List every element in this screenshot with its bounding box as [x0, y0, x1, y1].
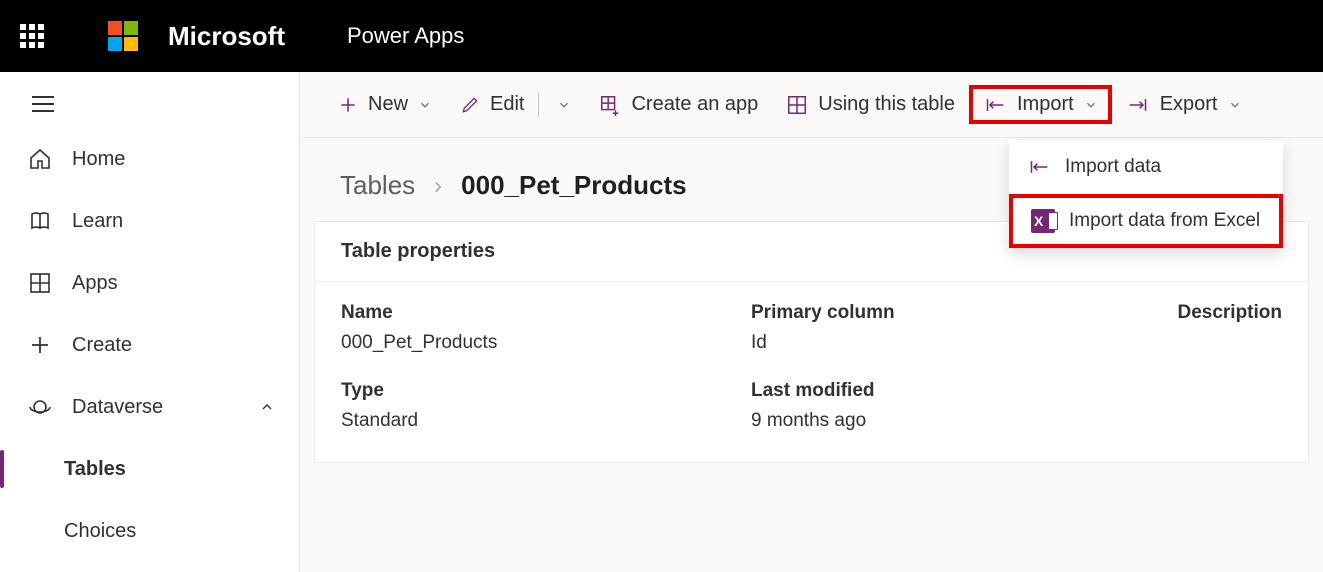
chevron-down-icon	[418, 98, 432, 112]
button-label: Edit	[490, 93, 524, 116]
brand-label: Microsoft	[168, 21, 285, 52]
plus-icon	[338, 95, 358, 115]
prop-label-name: Name	[341, 302, 751, 324]
button-label: Create an app	[631, 93, 758, 116]
sidebar-item-learn[interactable]: Learn	[0, 190, 299, 252]
book-icon	[28, 209, 52, 233]
button-label: Export	[1160, 93, 1218, 116]
prop-value-last-modified: 9 months ago	[751, 410, 1161, 432]
button-label: New	[368, 93, 408, 116]
microsoft-logo-icon	[108, 21, 138, 51]
import-dropdown: Import data Import data from Excel	[1009, 140, 1283, 248]
sidebar-item-create[interactable]: Create	[0, 314, 299, 376]
app-title: Power Apps	[347, 23, 464, 49]
new-button[interactable]: New	[324, 85, 446, 124]
sidebar-item-tables[interactable]: Tables	[0, 438, 299, 500]
chevron-down-icon	[1228, 98, 1242, 112]
sidebar-item-label: Dataverse	[72, 396, 163, 419]
prop-value-type: Standard	[341, 410, 751, 432]
plus-icon	[28, 333, 52, 357]
grid-icon	[28, 271, 52, 295]
command-bar: New Edit Create an app Using this table	[300, 72, 1323, 138]
chevron-right-icon	[431, 170, 445, 201]
button-label: Using this table	[818, 93, 955, 116]
prop-label-primary-column: Primary column	[751, 302, 1161, 324]
button-label: Import	[1017, 93, 1074, 116]
table-icon	[786, 94, 808, 116]
main-content: New Edit Create an app Using this table	[300, 72, 1323, 572]
import-excel-menu-item[interactable]: Import data from Excel	[1009, 194, 1283, 248]
breadcrumb-current: 000_Pet_Products	[461, 170, 686, 201]
sidebar-item-label: Choices	[64, 520, 136, 543]
sidebar-item-label: Create	[72, 334, 132, 357]
menu-toggle-icon[interactable]	[32, 96, 54, 112]
import-icon	[1027, 155, 1051, 179]
create-app-button[interactable]: Create an app	[585, 85, 772, 124]
sidebar-item-dataverse[interactable]: Dataverse	[0, 376, 299, 438]
table-plus-icon	[599, 94, 621, 116]
breadcrumb-root[interactable]: Tables	[340, 170, 415, 201]
import-icon	[983, 95, 1007, 115]
prop-label-last-modified: Last modified	[751, 380, 1161, 402]
export-button[interactable]: Export	[1112, 85, 1256, 124]
prop-value-name: 000_Pet_Products	[341, 332, 751, 354]
left-nav: Home Learn Apps Create Dataverse	[0, 72, 300, 572]
edit-button[interactable]: Edit	[446, 85, 538, 124]
prop-value-primary-column: Id	[751, 332, 1161, 354]
pencil-icon	[460, 95, 480, 115]
edit-split-button[interactable]	[538, 85, 585, 125]
sidebar-item-home[interactable]: Home	[0, 128, 299, 190]
export-icon	[1126, 95, 1150, 115]
top-header: Microsoft Power Apps	[0, 0, 1323, 72]
using-table-button[interactable]: Using this table	[772, 85, 969, 124]
chevron-down-icon	[557, 98, 571, 112]
prop-label-type: Type	[341, 380, 751, 402]
sidebar-item-label: Home	[72, 148, 125, 171]
menu-item-label: Import data from Excel	[1069, 210, 1260, 232]
chevron-down-icon	[1084, 98, 1098, 112]
table-properties-card: Table properties Name 000_Pet_Products T…	[314, 221, 1309, 463]
chevron-up-icon	[259, 399, 275, 415]
prop-label-description: Description	[1161, 302, 1282, 324]
excel-icon	[1031, 209, 1055, 233]
import-button[interactable]: Import	[969, 85, 1112, 124]
home-icon	[28, 147, 52, 171]
sidebar-item-label: Apps	[72, 272, 118, 295]
app-launcher-icon[interactable]	[20, 24, 44, 48]
sidebar-item-choices[interactable]: Choices	[0, 500, 299, 562]
import-data-menu-item[interactable]: Import data	[1009, 140, 1283, 194]
menu-item-label: Import data	[1065, 156, 1161, 178]
sidebar-item-apps[interactable]: Apps	[0, 252, 299, 314]
sidebar-item-label: Tables	[64, 458, 126, 481]
dataverse-icon	[28, 395, 52, 419]
sidebar-item-label: Learn	[72, 210, 123, 233]
